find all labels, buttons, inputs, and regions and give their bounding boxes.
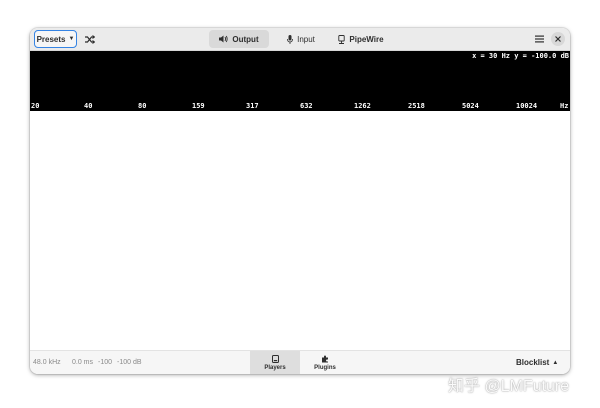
players-list-area — [30, 111, 570, 350]
headerbar: Presets ▼ Output Input PipeWire — [30, 28, 570, 51]
bottom-bar: 48.0 kHz 0.0 ms -100 -100 dB Players Plu… — [30, 350, 570, 374]
plugins-label: Plugins — [314, 365, 336, 371]
freq-label: 159 — [192, 102, 205, 110]
sample-rate: 48.0 kHz — [33, 359, 61, 366]
speaker-icon — [219, 35, 228, 43]
level-right: -100 — [117, 359, 132, 366]
players-icon — [271, 355, 279, 363]
main-menu-button[interactable] — [532, 32, 546, 46]
spectrum-analyzer[interactable]: x = 30 Hz y = -100.0 dB 20 40 80 159 317… — [30, 51, 570, 111]
app-window: Presets ▼ Output Input PipeWire x = 30 H… — [30, 28, 570, 374]
freq-label: 40 — [84, 102, 93, 110]
blocklist-button[interactable]: Blocklist ▲ — [516, 358, 558, 367]
caret-up-icon: ▲ — [552, 359, 559, 366]
plugins-icon — [322, 355, 328, 363]
freq-label: 5024 — [462, 102, 479, 110]
close-icon — [555, 36, 561, 42]
microphone-icon — [287, 34, 293, 44]
close-button[interactable] — [551, 32, 565, 46]
shuffle-button[interactable] — [82, 31, 98, 47]
freq-label: 632 — [300, 102, 313, 110]
cursor-readout: x = 30 Hz y = -100.0 dB — [472, 52, 569, 60]
tab-output[interactable]: Output — [209, 30, 269, 48]
view-switcher-players[interactable]: Players — [250, 351, 300, 374]
freq-label: 317 — [246, 102, 259, 110]
watermark: 知乎 @LMFuture — [448, 378, 570, 395]
freq-unit-label: Hz — [560, 102, 569, 110]
presets-label: Presets — [36, 34, 66, 44]
hamburger-menu-icon — [534, 35, 544, 43]
level-unit: dB — [133, 359, 142, 366]
shuffle-icon — [85, 34, 95, 44]
tab-output-label: Output — [232, 34, 259, 44]
freq-label: 80 — [138, 102, 147, 110]
presets-button[interactable]: Presets ▼ — [34, 30, 77, 48]
freq-label: 10024 — [516, 102, 538, 110]
freq-label: 1262 — [354, 102, 371, 110]
caret-down-icon: ▼ — [68, 36, 75, 42]
pipewire-icon — [338, 34, 346, 44]
freq-label: 20 — [31, 102, 40, 110]
latency: 0.0 ms — [72, 359, 94, 366]
tab-pipewire-label: PipeWire — [349, 34, 384, 44]
blocklist-label: Blocklist — [516, 358, 550, 367]
tab-pipewire[interactable]: PipeWire — [335, 30, 387, 48]
level-left: -100 — [98, 359, 113, 366]
players-label: Players — [264, 365, 286, 371]
tab-input[interactable]: Input — [280, 30, 322, 48]
view-switcher-plugins[interactable]: Plugins — [302, 351, 348, 374]
tab-input-label: Input — [297, 34, 315, 44]
freq-label: 2518 — [408, 102, 425, 110]
